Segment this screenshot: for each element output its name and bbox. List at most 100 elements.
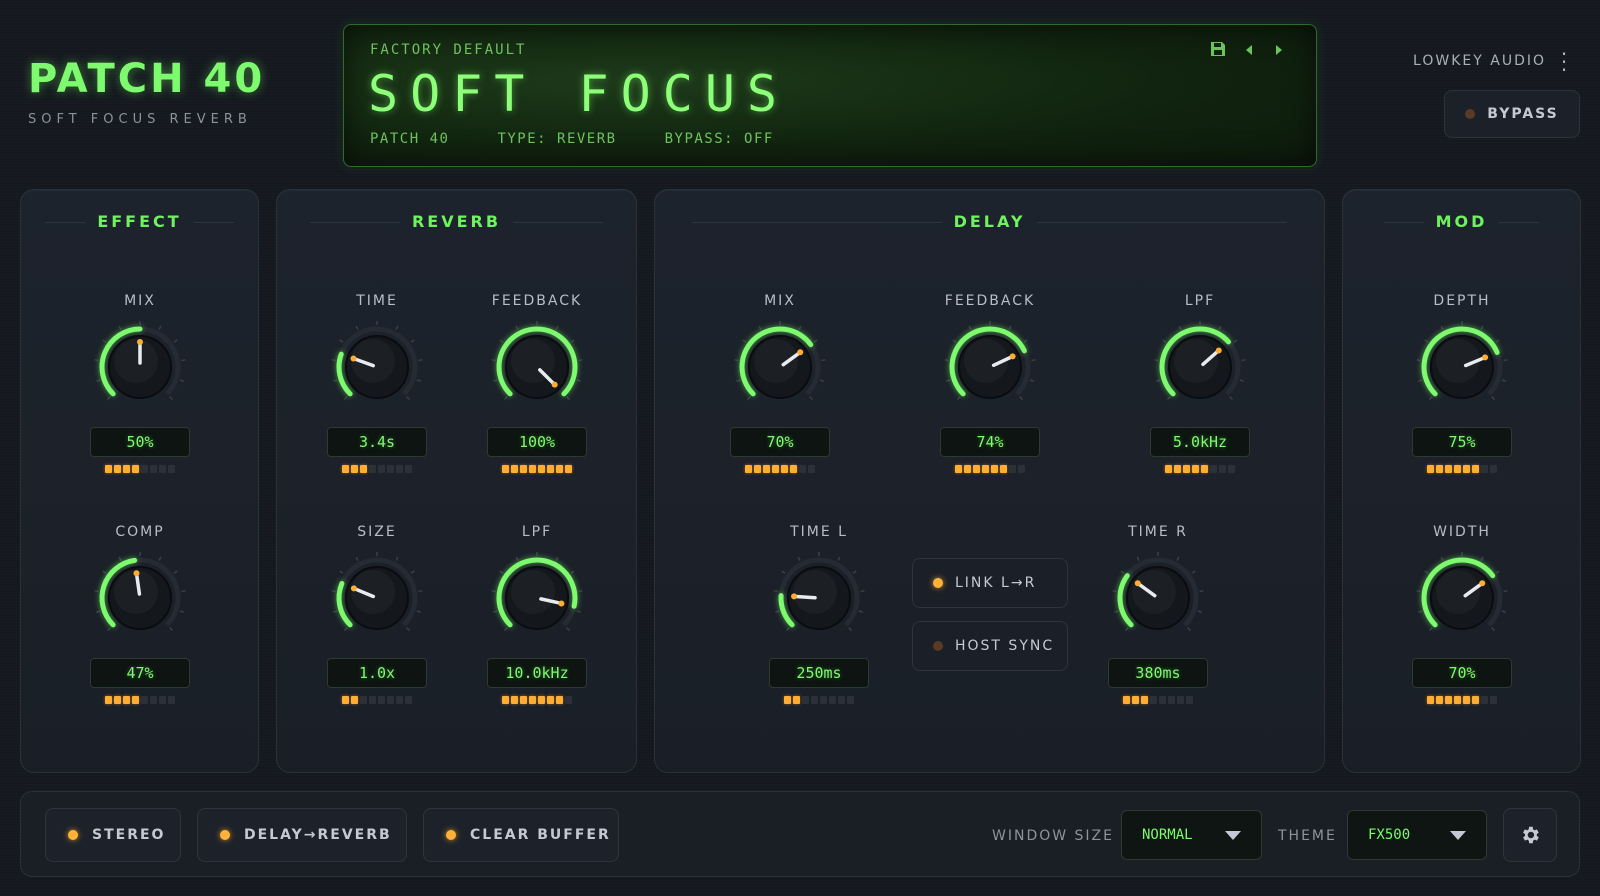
next-preset-icon[interactable] xyxy=(1272,42,1286,61)
knob-unit-delay-mix: MIX 70% xyxy=(715,293,845,473)
panel-title-reverb: REVERB xyxy=(277,212,636,231)
save-icon[interactable] xyxy=(1210,41,1226,61)
knob-value-feedback[interactable]: 74% xyxy=(940,427,1040,457)
knob-value-size[interactable]: 1.0x xyxy=(327,658,427,688)
bypass-button[interactable]: BYPASS xyxy=(1444,90,1580,138)
knob-unit-reverb-size: SIZE 1.0x xyxy=(312,524,442,704)
delay-reverb-led-icon xyxy=(220,830,230,840)
meter-segment xyxy=(1481,696,1488,704)
level-meter-mix xyxy=(75,465,205,473)
meter-segment xyxy=(820,696,827,704)
meter-segment xyxy=(1123,696,1130,704)
knob-value-width[interactable]: 70% xyxy=(1412,658,1512,688)
meter-segment xyxy=(565,465,572,473)
knob-lpf[interactable] xyxy=(489,550,585,646)
prev-preset-icon[interactable] xyxy=(1242,42,1256,61)
knob-comp[interactable] xyxy=(92,550,188,646)
knob-feedback[interactable] xyxy=(489,319,585,415)
knob-value-comp[interactable]: 47% xyxy=(90,658,190,688)
window-size-label: WINDOW SIZE xyxy=(992,828,1114,844)
theme-select[interactable]: FX500 xyxy=(1347,810,1487,860)
knob-value-time[interactable]: 3.4s xyxy=(327,427,427,457)
meter-segment xyxy=(387,696,394,704)
preset-info-type: TYPE: REVERB xyxy=(497,131,617,147)
meter-segment xyxy=(838,696,845,704)
knob-unit-delay-lpf: LPF 5.0kHz xyxy=(1135,293,1265,473)
plugin-subtitle: SOFT FOCUS REVERB xyxy=(28,112,252,127)
meter-segment xyxy=(784,696,791,704)
level-meter-time xyxy=(312,465,442,473)
level-meter-feedback xyxy=(472,465,602,473)
level-meter-lpf xyxy=(1135,465,1265,473)
delay-reverb-label: DELAY→REVERB xyxy=(244,827,392,843)
window-size-select[interactable]: NORMAL xyxy=(1121,810,1262,860)
meter-segment xyxy=(114,465,121,473)
knob-value-mix[interactable]: 70% xyxy=(730,427,830,457)
knob-value-feedback[interactable]: 100% xyxy=(487,427,587,457)
settings-button[interactable] xyxy=(1503,808,1557,862)
meter-segment xyxy=(405,465,412,473)
knob-label-feedback: FEEDBACK xyxy=(491,293,583,309)
meter-segment xyxy=(360,465,367,473)
meter-segment xyxy=(1472,696,1479,704)
clear-buffer-button[interactable]: CLEAR BUFFER xyxy=(423,808,619,862)
knob-value-lpf[interactable]: 5.0kHz xyxy=(1150,427,1250,457)
knob-time-r[interactable] xyxy=(1110,550,1206,646)
level-meter-depth xyxy=(1397,465,1527,473)
link-lr-label: LINK L→R xyxy=(955,575,1037,591)
meter-segment xyxy=(1132,696,1139,704)
knob-value-mix[interactable]: 50% xyxy=(90,427,190,457)
meter-segment xyxy=(793,696,800,704)
knob-size[interactable] xyxy=(329,550,425,646)
knob-value-time-r[interactable]: 380ms xyxy=(1108,658,1208,688)
meter-segment xyxy=(811,696,818,704)
meter-segment xyxy=(1463,465,1470,473)
knob-depth[interactable] xyxy=(1414,319,1510,415)
meter-segment xyxy=(1454,465,1461,473)
meter-segment xyxy=(159,465,166,473)
knob-value-depth[interactable]: 75% xyxy=(1412,427,1512,457)
link-lr-toggle[interactable]: LINK L→R xyxy=(912,558,1068,608)
level-meter-mix xyxy=(715,465,845,473)
brand: PATCH 40 SOFT FOCUS REVERB xyxy=(28,56,265,127)
knob-label-lpf: LPF xyxy=(1184,293,1216,309)
knob-unit-reverb-lpf: LPF 10.0kHz xyxy=(472,524,602,704)
meter-segment xyxy=(502,696,509,704)
theme-label: THEME xyxy=(1278,828,1337,844)
knob-value-time-l[interactable]: 250ms xyxy=(769,658,869,688)
kebab-menu-icon[interactable]: · · · xyxy=(1560,44,1568,80)
knob-mix[interactable] xyxy=(732,319,828,415)
knob-label-time-l: TIME L xyxy=(790,524,848,540)
knob-mix[interactable] xyxy=(92,319,188,415)
knob-value-lpf[interactable]: 10.0kHz xyxy=(487,658,587,688)
level-meter-comp xyxy=(75,696,205,704)
bypass-led-icon xyxy=(1465,109,1476,119)
host-sync-toggle[interactable]: HOST SYNC xyxy=(912,621,1068,671)
level-meter-feedback xyxy=(925,465,1055,473)
knob-label-mix: MIX xyxy=(764,293,796,309)
meter-segment xyxy=(847,696,854,704)
link-lr-led-icon xyxy=(933,578,943,588)
meter-segment xyxy=(1445,696,1452,704)
meter-segment xyxy=(1159,696,1166,704)
footer-bar: STEREO DELAY→REVERB CLEAR BUFFER WINDOW … xyxy=(20,791,1580,877)
meter-segment xyxy=(1427,465,1434,473)
knob-label-mix: MIX xyxy=(124,293,156,309)
panel-reverb: REVERB TIME 3.4s FEEDBACK 100% SIZE 1.0x LP… xyxy=(276,189,637,773)
stereo-button[interactable]: STEREO xyxy=(45,808,181,862)
knob-lpf[interactable] xyxy=(1152,319,1248,415)
meter-segment xyxy=(1192,465,1199,473)
delay-reverb-button[interactable]: DELAY→REVERB xyxy=(197,808,407,862)
meter-segment xyxy=(396,465,403,473)
knob-width[interactable] xyxy=(1414,550,1510,646)
knob-time-l[interactable] xyxy=(771,550,867,646)
meter-segment xyxy=(1141,696,1148,704)
preset-name[interactable]: SOFT FOCUS xyxy=(368,65,789,123)
meter-segment xyxy=(547,696,554,704)
knob-time[interactable] xyxy=(329,319,425,415)
meter-segment xyxy=(1445,465,1452,473)
knob-feedback[interactable] xyxy=(942,319,1038,415)
meter-segment xyxy=(123,696,130,704)
meter-segment xyxy=(772,465,779,473)
meter-segment xyxy=(556,465,563,473)
